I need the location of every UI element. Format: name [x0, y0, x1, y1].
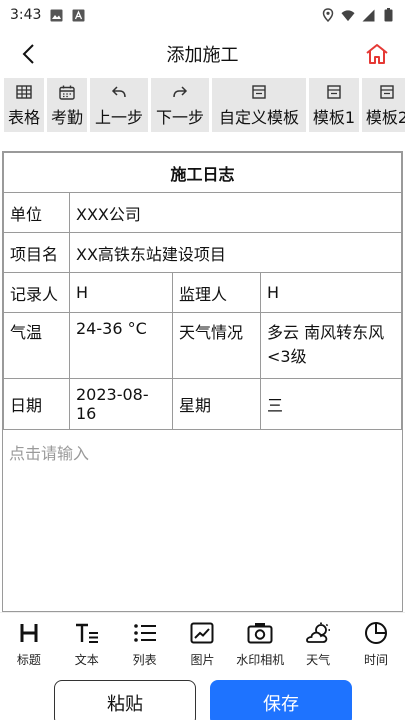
- format-label: 水印相机: [236, 653, 285, 667]
- construction-log-table: 施工日志 单位 XXX公司 项目名 XX高铁东站建设项目 记录人 H 监理人 H…: [3, 152, 402, 430]
- image-notification-icon: [49, 8, 63, 22]
- format-weather-button[interactable]: 天气: [291, 619, 345, 668]
- toolbar-redo-button[interactable]: 下一步: [151, 78, 209, 132]
- list-icon: [133, 619, 157, 647]
- chevron-left-icon: [22, 44, 34, 64]
- toolbar-template1-button[interactable]: 模板1: [309, 78, 359, 132]
- format-label: 文本: [74, 653, 99, 667]
- unit-label[interactable]: 单位: [3, 192, 70, 233]
- format-label: 列表: [132, 653, 157, 667]
- status-bar: 3:43: [0, 0, 405, 30]
- table-icon: [16, 82, 32, 102]
- template-icon: [327, 82, 341, 102]
- format-bar: 标题 文本 列表 图片 水印相机 天气 时间: [0, 612, 405, 668]
- format-list-button[interactable]: 列表: [118, 619, 172, 668]
- status-time: 3:43: [10, 7, 42, 23]
- template-icon: [252, 82, 266, 102]
- temperature-label[interactable]: 气温: [3, 312, 70, 379]
- weather-value[interactable]: 多云 南风转东风<3级: [260, 312, 402, 379]
- redo-icon: [172, 82, 188, 102]
- weekday-label[interactable]: 星期: [172, 378, 261, 430]
- clock-icon: [364, 619, 388, 647]
- content-input-placeholder[interactable]: 点击请输入: [3, 430, 402, 474]
- recorder-label[interactable]: 记录人: [3, 272, 70, 313]
- date-value[interactable]: 2023-08-16: [69, 378, 173, 430]
- app-header: 添加施工: [0, 30, 405, 78]
- toolbar-label: 下一步: [155, 108, 204, 127]
- toolbar-label: 模板2: [365, 108, 405, 127]
- text-icon: [75, 619, 99, 647]
- camera-icon: [247, 619, 273, 647]
- signal-icon: [361, 8, 375, 22]
- back-button[interactable]: [12, 38, 44, 70]
- app-notification-icon: [71, 8, 85, 22]
- toolbar-attendance-button[interactable]: 考勤: [47, 78, 87, 132]
- location-icon: [321, 8, 335, 22]
- project-label[interactable]: 项目名: [3, 232, 70, 273]
- format-label: 天气: [306, 653, 331, 667]
- toolbar-label: 考勤: [50, 108, 83, 127]
- calendar-icon: [59, 82, 75, 102]
- action-bar: 粘贴 保存: [0, 676, 405, 720]
- toolbar-undo-button[interactable]: 上一步: [90, 78, 148, 132]
- weather-icon: [304, 619, 332, 647]
- wifi-icon: [341, 8, 355, 22]
- editor-toolbar: 表格 考勤 上一步 下一步 自定义模板 模板1 模板2: [0, 78, 405, 134]
- paste-button[interactable]: 粘贴: [54, 680, 196, 720]
- toolbar-label: 表格: [7, 108, 40, 127]
- template-icon: [380, 82, 394, 102]
- battery-icon: [381, 8, 395, 22]
- supervisor-value[interactable]: H: [260, 272, 402, 313]
- toolbar-template2-button[interactable]: 模板2: [362, 78, 405, 132]
- temperature-value[interactable]: 24-36 °C: [69, 312, 173, 379]
- format-label: 标题: [16, 653, 41, 667]
- toolbar-label: 自定义模板: [218, 108, 299, 127]
- toolbar-label: 上一步: [94, 108, 143, 127]
- home-icon: [366, 44, 388, 64]
- format-text-button[interactable]: 文本: [60, 619, 114, 668]
- date-label[interactable]: 日期: [3, 378, 70, 430]
- home-button[interactable]: [361, 38, 393, 70]
- format-label: 时间: [363, 653, 388, 667]
- image-icon: [190, 619, 214, 647]
- format-time-button[interactable]: 时间: [349, 619, 403, 668]
- format-label: 图片: [190, 653, 215, 667]
- toolbar-label: 模板1: [312, 108, 356, 127]
- recorder-value[interactable]: H: [69, 272, 173, 313]
- weekday-value[interactable]: 三: [260, 378, 402, 430]
- weather-label[interactable]: 天气情况: [172, 312, 261, 379]
- save-button[interactable]: 保存: [210, 680, 352, 720]
- log-title[interactable]: 施工日志: [3, 152, 402, 193]
- project-value[interactable]: XX高铁东站建设项目: [69, 232, 402, 273]
- page-title: 添加施工: [166, 45, 239, 66]
- unit-value[interactable]: XXX公司: [69, 192, 402, 233]
- format-image-button[interactable]: 图片: [175, 619, 229, 668]
- log-editor[interactable]: 施工日志 单位 XXX公司 项目名 XX高铁东站建设项目 记录人 H 监理人 H…: [2, 151, 403, 612]
- heading-icon: [19, 619, 39, 647]
- toolbar-table-button[interactable]: 表格: [4, 78, 44, 132]
- toolbar-custom-template-button[interactable]: 自定义模板: [212, 78, 306, 132]
- supervisor-label[interactable]: 监理人: [172, 272, 261, 313]
- undo-icon: [111, 82, 127, 102]
- format-heading-button[interactable]: 标题: [2, 619, 56, 668]
- format-watermark-camera-button[interactable]: 水印相机: [233, 619, 287, 668]
